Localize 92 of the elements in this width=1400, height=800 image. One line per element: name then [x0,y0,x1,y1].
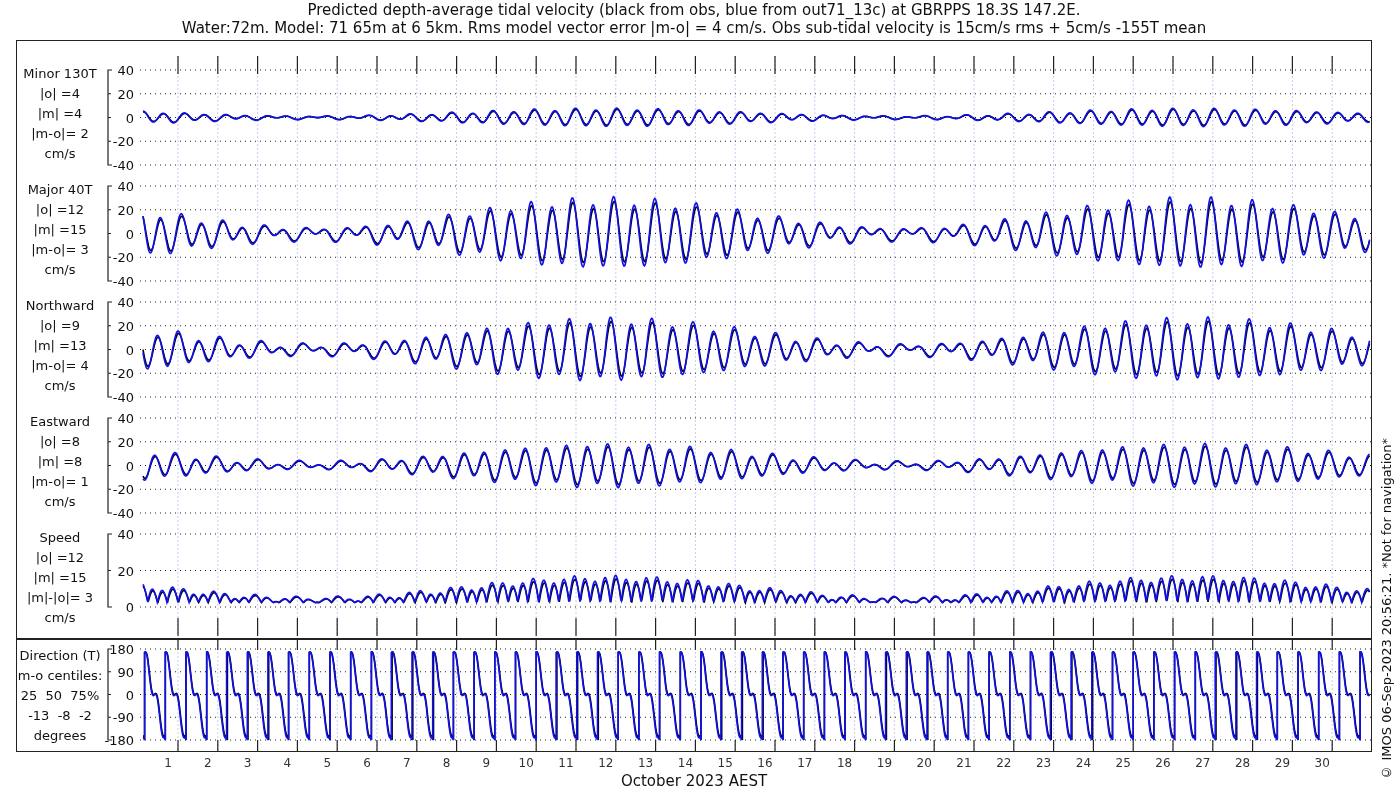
axis-tick-label: 21 [956,756,972,770]
axis-tick-label: 40 [117,295,134,310]
panel-label-line: |m-o|= 2 [31,125,89,143]
panel-label-line: cm/s [44,261,76,279]
panel-label-line: 25 50 75% [20,686,100,705]
panel-label-line: cm/s [44,609,76,627]
axis-tick-label: 20 [117,434,134,450]
axis-tick-label: 20 [916,756,932,770]
axis-tick-label: 20 [117,563,134,579]
axis-tick-label: 16 [757,756,773,770]
panel-label-line: |m-o|= 1 [31,473,89,491]
panel-label-line: degrees [33,726,87,745]
panel-label-line: |m| =4 [37,105,83,123]
panel-label-line: |o| =4 [40,85,80,103]
axis-tick-label: 0 [125,342,134,358]
axis-tick-label: 20 [117,318,134,334]
axis-tick-label: 180 [109,642,134,657]
axis-tick-label: 14 [677,756,694,770]
axis-tick-label: 0 [125,687,134,703]
axis-tick-label: 0 [125,226,134,242]
panel-label-line: Northward [25,297,95,315]
axis-tick-label: -20 [112,250,134,266]
panel-label-line: m-o centiles: [17,666,103,685]
axis-tick-label: -40 [112,390,134,404]
axis-tick-label: 0 [125,458,134,474]
axis-tick-label: 24 [1075,756,1092,770]
axis-tick-label: 40 [117,179,134,194]
axis-tick-label: 40 [117,411,134,426]
axis-tick-label: 0 [125,600,134,615]
axis-tick-label: -20 [112,134,134,150]
axis-tick-label: -40 [112,158,134,172]
axis-title: October 2023 AEST [619,772,769,790]
panel-label-line: Eastward [30,413,90,431]
panel-label-line: Speed [39,529,81,547]
axis-tick-label: -180 [104,733,134,748]
axis-tick-label: -20 [112,482,134,498]
panel-label-line: Major 40T [27,181,93,199]
axis-tick-label: 1 [164,756,172,770]
axis-tick-label: 15 [717,756,733,770]
chart-title: Predicted depth-average tidal velocity (black from obs, blue from out71_13c) at GBRPPS 18.3S 147.2E. [306,1,1082,19]
panel-label-line: |m| =15 [33,569,87,587]
axis-tick-label: 2 [204,756,212,770]
axis-tick-label: -40 [112,506,134,520]
axis-tick-label: 10 [518,756,534,770]
axis-tick-label: 4 [283,756,292,770]
panel-label-line: |o| =9 [40,317,80,335]
axis-tick-label: 28 [1234,756,1251,770]
axis-tick-label: -90 [112,710,134,726]
panel-label-line: |m-o|= 3 [31,241,89,259]
axis-tick-label: 18 [836,756,853,770]
chart-title: Water:72m. Model: 71 65m at 6 5km. Rms model vector error |m-o| = 4 cm/s. Obs sub-tidal velocity is 15cm/s rms + 5cm/s -155T mean [180,19,1208,37]
panel-label-line: |o| =12 [35,549,85,567]
panel-label-line: |m| =15 [33,221,87,239]
panel-label-line: -13 -8 -2 [28,706,92,725]
panel-label-line: Minor 130T [23,65,97,83]
panel-label-line: cm/s [44,145,76,163]
panel-label-line: |m| =8 [37,453,83,471]
panel-label-line: |m| =13 [33,337,87,355]
axis-tick-label: 13 [637,756,654,770]
panel-label-line: Direction (T) [19,646,101,665]
axis-tick-label: 5 [323,756,331,770]
axis-tick-label: 9 [482,756,491,770]
axis-tick-label: 30 [1314,756,1330,770]
axis-tick-label: 23 [1035,756,1052,770]
panel-label-line: |o| =8 [40,433,80,451]
axis-tick-label: 22 [996,756,1012,770]
axis-tick-label: 40 [117,63,134,78]
panel-label-line: cm/s [44,493,76,511]
axis-tick-label: 20 [117,202,134,218]
axis-tick-label: -40 [112,274,134,288]
axis-tick-label: 20 [117,86,134,102]
axis-tick-label: 3 [243,756,252,770]
axis-tick-label: 19 [876,756,893,770]
axis-tick-label: 12 [598,756,614,770]
axis-tick-label: 8 [442,756,451,770]
axis-tick-label: 27 [1195,756,1211,770]
axis-tick-label: 40 [117,527,134,542]
axis-tick-label: 25 [1115,756,1131,770]
panel-label-line: cm/s [44,377,76,395]
axis-tick-label: 17 [797,756,813,770]
axis-tick-label: 90 [117,664,134,680]
copyright-notice: © IMOS 06-Sep-2023 20:56:21. *Not for navigation* [1378,438,1394,780]
panel-label-line: |o| =12 [35,201,85,219]
panel-label-line: |m-o|= 4 [31,357,89,375]
axis-tick-label: 6 [363,756,371,770]
axis-tick-label: 7 [403,756,411,770]
axis-tick-label: -20 [112,366,134,382]
axis-tick-label: 0 [125,110,134,126]
axis-tick-label: 11 [558,756,574,770]
panel-label-line: |m|-|o|= 3 [26,589,94,607]
axis-tick-label: 26 [1155,756,1171,770]
axis-tick-label: 29 [1274,756,1291,770]
